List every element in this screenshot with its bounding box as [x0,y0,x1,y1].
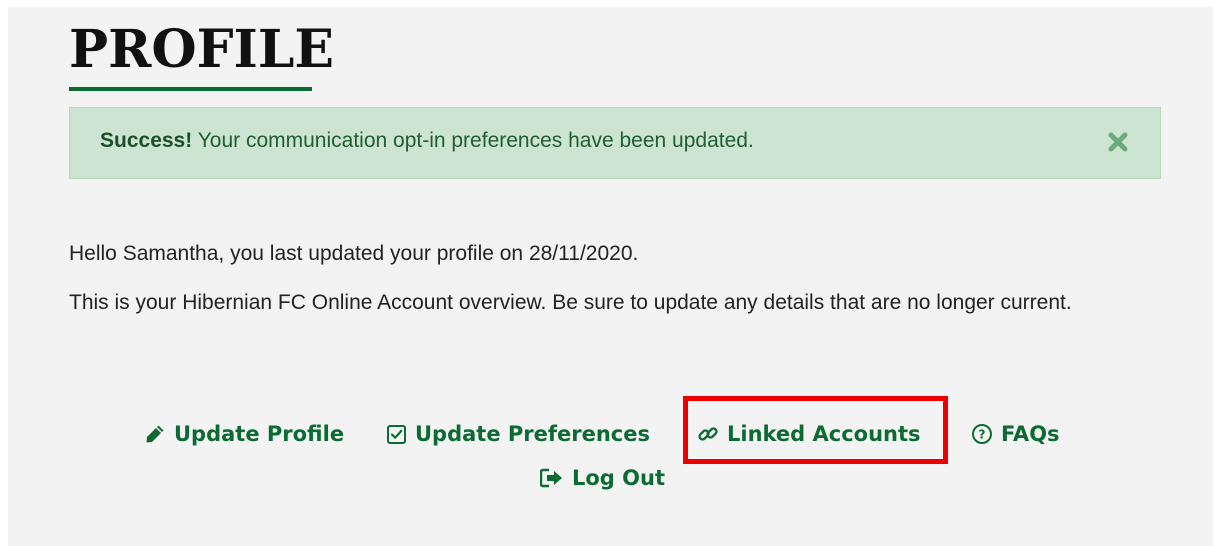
update-profile-label: Update Profile [174,422,345,446]
sign-out-icon [540,468,562,488]
overview-text: This is your Hibernian FC Online Account… [69,291,1072,314]
success-alert: Success! Your communication opt-in prefe… [69,107,1161,179]
question-circle-icon: ? [972,424,992,444]
faqs-link[interactable]: ? FAQs [971,422,1060,446]
update-preferences-link[interactable]: Update Preferences [386,422,650,446]
update-profile-link[interactable]: Update Profile [144,422,344,446]
alert-text: Success! Your communication opt-in prefe… [100,129,754,153]
checkbox-icon [387,424,406,444]
linked-accounts-highlight [683,396,948,464]
alert-message: Your communication opt-in preferences ha… [192,129,754,152]
greeting-text: Hello Samantha, you last updated your pr… [69,242,639,265]
update-preferences-label: Update Preferences [415,422,650,446]
faqs-label: FAQs [1001,422,1060,446]
alert-strong-label: Success! [100,129,193,152]
close-x-icon[interactable] [1106,130,1130,154]
log-out-label: Log Out [572,466,665,490]
pencil-icon [146,425,164,443]
page-title: PROFILE [69,19,335,80]
svg-text:?: ? [979,428,986,442]
log-out-link[interactable]: Log Out [540,466,665,490]
title-underline [69,87,312,91]
